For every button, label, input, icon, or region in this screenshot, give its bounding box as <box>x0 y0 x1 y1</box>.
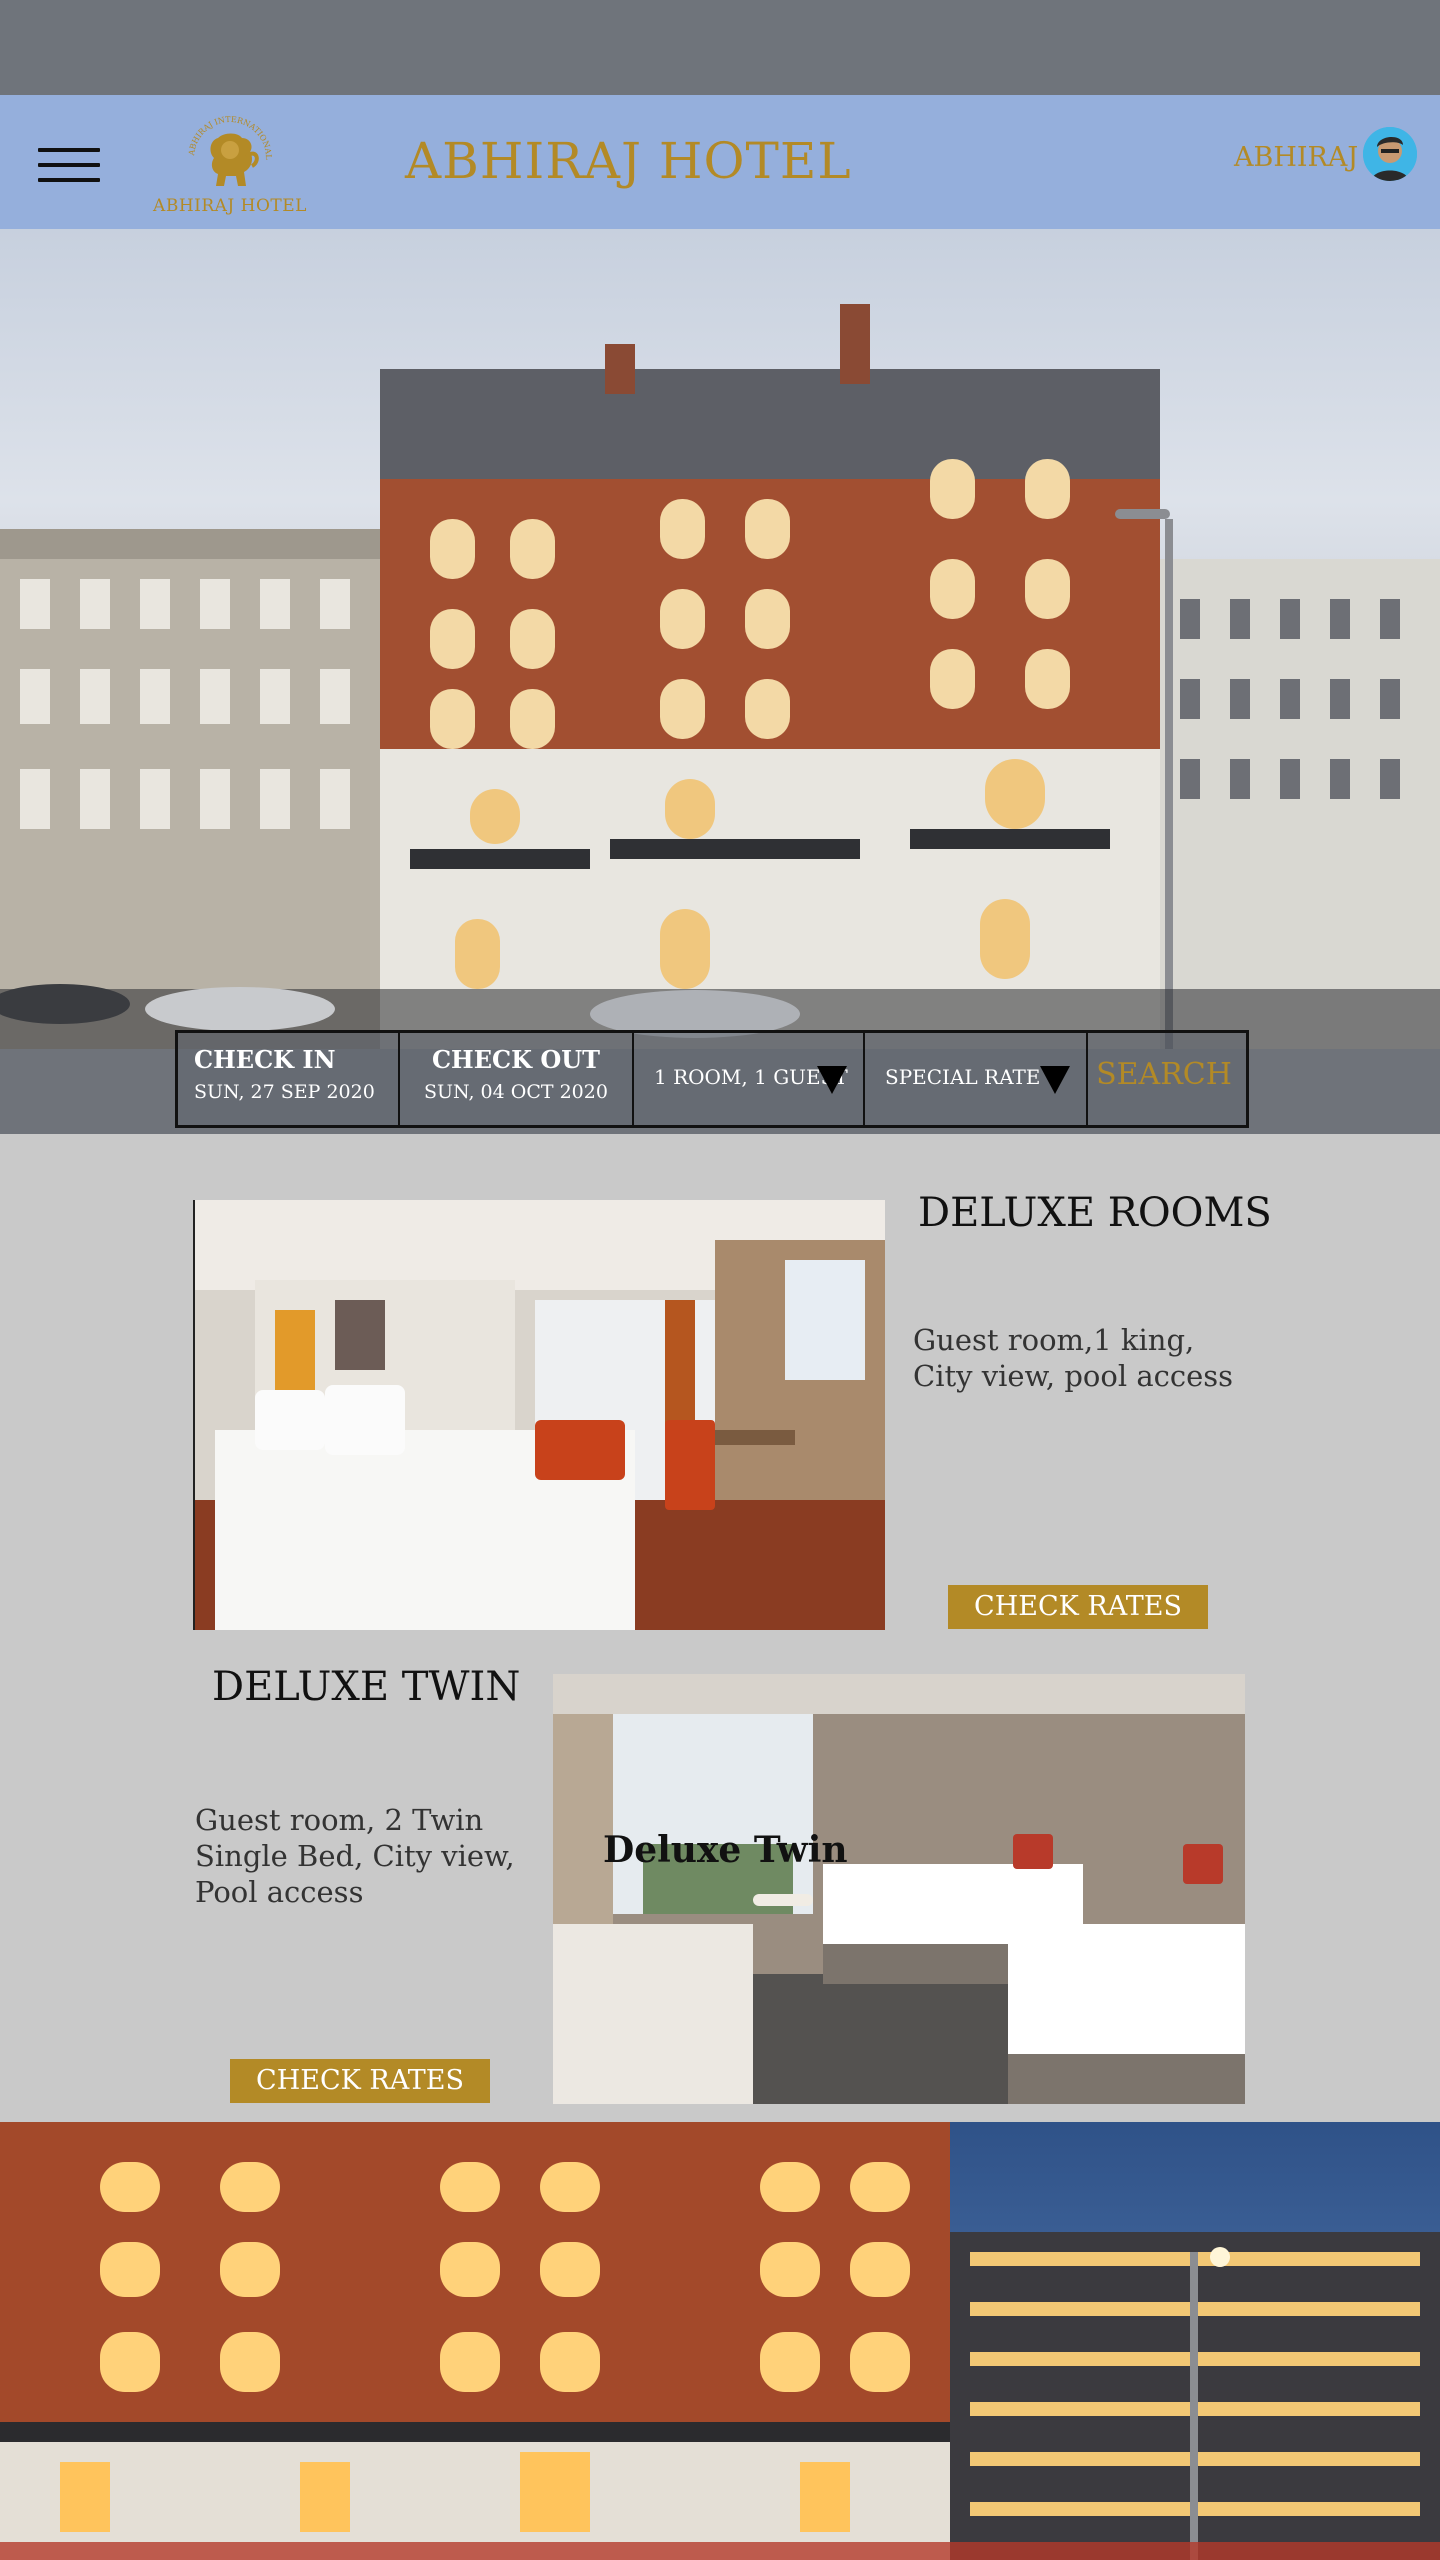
status-bar <box>0 0 1440 95</box>
hotel-logo[interactable]: ABHIRAJ INTERNATIONAL HOTEL ABHIRAJ HOTE… <box>150 108 310 218</box>
room-desc-line: Pool access <box>195 1875 364 1909</box>
footer-hotel-image <box>0 2122 1440 2560</box>
check-out-date: SUN, 04 OCT 2020 <box>424 1081 608 1103</box>
check-in-label: CHECK IN <box>194 1045 336 1074</box>
logo-text: ABHIRAJ HOTEL <box>153 196 307 216</box>
hamburger-menu-icon[interactable] <box>38 148 100 182</box>
search-label: SEARCH <box>1096 1057 1232 1092</box>
check-rates-button[interactable]: CHECK RATES <box>948 1585 1208 1629</box>
check-in-field[interactable]: CHECK IN SUN, 27 SEP 2020 <box>178 1033 400 1125</box>
room-desc-line: Single Bed, City view, <box>195 1839 515 1873</box>
room-image-label: Deluxe Twin <box>603 1829 848 1871</box>
check-out-label: CHECK OUT <box>431 1045 601 1074</box>
rate-select[interactable]: SPECIAL RATE <box>865 1033 1088 1125</box>
check-in-date: SUN, 27 SEP 2020 <box>194 1081 375 1103</box>
dropdown-arrow-icon <box>817 1066 847 1094</box>
room-title-deluxe-rooms: DELUXE ROOMS <box>918 1190 1272 1236</box>
user-name[interactable]: ABHIRAJ <box>1234 142 1358 173</box>
rate-value: SPECIAL RATE <box>885 1065 1041 1089</box>
search-button[interactable]: SEARCH <box>1088 1033 1240 1125</box>
check-rates-button[interactable]: CHECK RATES <box>230 2059 490 2103</box>
room-title-deluxe-twin: DELUXE TWIN <box>212 1664 521 1710</box>
guests-select[interactable]: 1 ROOM, 1 GUEST <box>634 1033 865 1125</box>
room-desc-line: City view, pool access <box>913 1359 1234 1393</box>
dropdown-arrow-icon <box>1040 1066 1070 1094</box>
deluxe-room-image[interactable] <box>193 1200 885 1630</box>
room-desc-deluxe-rooms: Guest room,1 king, City view, pool acces… <box>913 1322 1273 1394</box>
hero-hotel-image <box>0 229 1440 1134</box>
hotel-title: ABHIRAJ HOTEL <box>405 132 852 190</box>
lion-logo-icon: ABHIRAJ INTERNATIONAL HOTEL <box>180 108 273 186</box>
check-out-field[interactable]: CHECK OUT SUN, 04 OCT 2020 <box>400 1033 634 1125</box>
room-desc-line: Guest room,1 king, <box>913 1323 1195 1357</box>
room-desc-line: Guest room, 2 Twin <box>195 1803 484 1837</box>
room-desc-deluxe-twin: Guest room, 2 Twin Single Bed, City view… <box>195 1802 535 1910</box>
user-avatar[interactable] <box>1363 127 1417 181</box>
booking-bar: CHECK IN SUN, 27 SEP 2020 CHECK OUT SUN,… <box>175 1030 1249 1128</box>
deluxe-twin-image[interactable]: Deluxe Twin <box>553 1674 1245 2104</box>
